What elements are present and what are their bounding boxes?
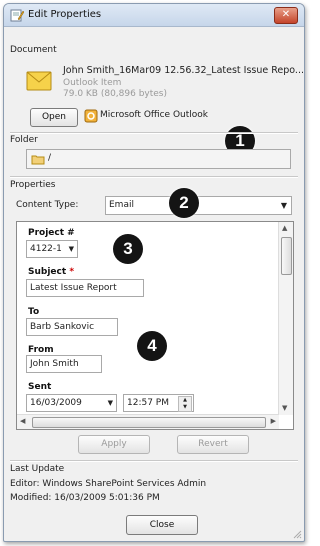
vertical-scroll-thumb[interactable] [281, 237, 292, 275]
scroll-left-icon[interactable]: ◀ [20, 417, 25, 425]
email-envelope-icon [26, 71, 52, 91]
callout-badge-4: 4 [137, 331, 167, 361]
project-label: Project # [28, 228, 75, 238]
chevron-down-icon: ▼ [107, 399, 113, 407]
properties-section-label: Properties [10, 180, 56, 190]
close-button[interactable]: Close [126, 515, 198, 535]
horizontal-scroll-thumb[interactable] [32, 417, 266, 428]
open-button[interactable]: Open [30, 108, 78, 127]
subject-label: Subject * [28, 267, 74, 277]
content-type-value: Email [109, 200, 134, 210]
edit-properties-window: Edit Properties ✕ Document John Smith_16… [3, 3, 305, 542]
sent-label: Sent [28, 382, 52, 392]
required-marker: * [69, 267, 75, 277]
outlook-app-link[interactable]: Microsoft Office Outlook [100, 110, 208, 120]
document-filename: John Smith_16Mar09 12.56.32_Latest Issue… [63, 65, 304, 76]
title-bar: Edit Properties ✕ [4, 4, 304, 27]
window-close-button[interactable]: ✕ [274, 7, 298, 24]
content-type-label: Content Type: [16, 200, 79, 210]
subject-input[interactable]: Latest Issue Report [26, 279, 144, 297]
subject-label-text: Subject [28, 267, 67, 277]
from-label: From [28, 345, 54, 355]
time-spinner-icon[interactable]: ▲ ▼ [178, 396, 192, 412]
callout-badge-3: 3 [113, 234, 143, 264]
scroll-right-icon[interactable]: ▶ [271, 417, 276, 425]
revert-button[interactable]: Revert [177, 435, 249, 454]
apply-button[interactable]: Apply [78, 435, 150, 454]
to-label: To [28, 307, 40, 317]
sent-time-input[interactable]: 12:57 PM ▲ ▼ [123, 394, 194, 412]
last-update-label: Last Update [10, 464, 65, 474]
section-divider [10, 132, 298, 134]
scroll-down-icon[interactable]: ▼ [282, 404, 287, 412]
project-select[interactable]: 4122-1 ▼ [26, 240, 78, 258]
form-horizontal-scrollbar[interactable]: ◀ ▶ [17, 414, 279, 429]
form-vertical-scrollbar[interactable]: ▲ ▼ [278, 222, 293, 415]
folder-path-field[interactable]: / [26, 149, 291, 169]
folder-icon [31, 155, 45, 165]
document-item-type: Outlook Item [63, 78, 122, 88]
project-value: 4122-1 [30, 244, 62, 254]
chevron-down-icon: ▼ [68, 245, 74, 253]
edit-properties-icon [10, 9, 24, 22]
callout-badge-2: 2 [169, 188, 199, 218]
folder-section-label: Folder [10, 135, 38, 145]
section-divider [10, 176, 298, 178]
window-title: Edit Properties [28, 9, 102, 20]
scroll-up-icon[interactable]: ▲ [282, 224, 287, 232]
outlook-icon [84, 109, 98, 123]
document-section-label: Document [10, 45, 57, 55]
sent-date-value: 16/03/2009 [30, 398, 82, 408]
sent-time-value: 12:57 PM [127, 398, 169, 408]
to-input[interactable]: Barb Sankovic [26, 318, 118, 336]
section-divider [10, 460, 298, 462]
folder-path: / [48, 153, 52, 163]
chevron-down-icon: ▼ [280, 201, 287, 210]
last-update-editor: Editor: Windows SharePoint Services Admi… [10, 479, 207, 489]
last-update-modified: Modified: 16/03/2009 5:01:36 PM [10, 493, 160, 503]
properties-form[interactable]: Project # 4122-1 ▼ Subject * Latest Issu… [16, 221, 294, 430]
sent-date-input[interactable]: 16/03/2009 ▼ [26, 394, 117, 412]
document-size: 79.0 KB (80,896 bytes) [63, 89, 168, 99]
resize-grip-icon[interactable] [292, 529, 302, 539]
from-input[interactable]: John Smith [26, 355, 102, 373]
